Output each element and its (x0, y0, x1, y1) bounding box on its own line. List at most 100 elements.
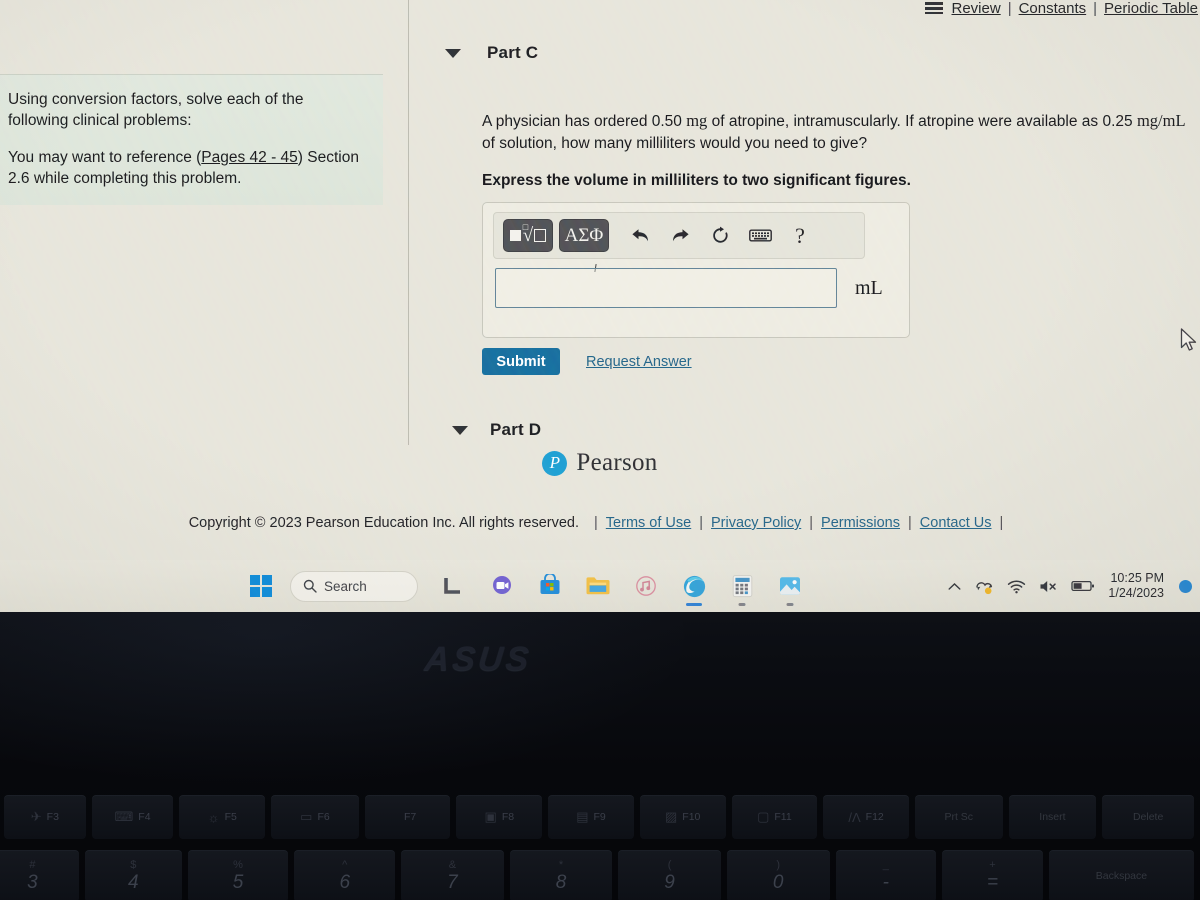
key-7-symbol: & (448, 858, 457, 871)
question-text: A physician has ordered 0.50 mg of atrop… (482, 110, 1194, 155)
chevron-down-icon[interactable] (452, 425, 468, 435)
key-4[interactable]: $ 4 (84, 850, 182, 900)
key-7[interactable]: & 7 (401, 850, 504, 900)
calculator-icon[interactable] (718, 564, 766, 608)
constants-link[interactable]: Constants (1019, 0, 1087, 17)
key-9-digit: 9 (664, 871, 675, 893)
key-f7-label: F7 (403, 811, 417, 823)
part-d-title: Part D (490, 420, 542, 439)
answer-input[interactable] (495, 268, 837, 308)
key-f10[interactable]: ▨ F10 (639, 795, 726, 839)
footer-sep-0: | (594, 515, 598, 531)
key-minus[interactable]: _ - (835, 850, 937, 900)
submit-row: Submit Request Answer (482, 348, 692, 375)
chevron-up-icon[interactable] (948, 582, 961, 591)
pages-reference-link[interactable]: Pages 42 - 45 (201, 149, 298, 166)
key-5[interactable]: % 5 (187, 850, 289, 900)
pearson-logo-icon: P (542, 450, 568, 476)
key-f11[interactable]: ▢ F11 (731, 795, 818, 839)
edge-running-indicator (686, 603, 702, 606)
microsoft-edge-icon[interactable] (670, 564, 718, 608)
question-segment-3: of solution, how many milliliters would … (482, 135, 868, 152)
keyboard-icon[interactable] (743, 219, 777, 253)
file-explorer-icon[interactable] (574, 564, 622, 608)
privacy-policy-link[interactable]: Privacy Policy (711, 515, 801, 531)
submit-button[interactable]: Submit (482, 348, 560, 375)
reference-prefix: You may want to reference ( (8, 149, 202, 166)
key-f8[interactable]: ▣ F8 (456, 795, 543, 839)
key-f9-glyph: ▤ (576, 809, 589, 824)
onedrive-sync-icon[interactable] (974, 578, 994, 595)
laptop-screen: Review | Constants | Periodic Table Usin… (0, 0, 1200, 612)
key-f7[interactable]: F7 (364, 795, 451, 839)
key-equals-digit: = (986, 871, 999, 893)
key-8-digit: 8 (555, 871, 567, 893)
key-f6-label: F6 (317, 811, 330, 823)
chat-teams-icon[interactable] (478, 564, 526, 608)
greek-symbols-button[interactable]: ΑΣΦ (559, 219, 609, 252)
question-prompt: Express the volume in milliliters to two… (482, 172, 911, 189)
microsoft-store-icon[interactable] (526, 564, 574, 608)
request-answer-link[interactable]: Request Answer (586, 354, 692, 370)
key-6-symbol: ^ (342, 858, 348, 871)
notification-badge[interactable] (1179, 579, 1192, 593)
part-c-header[interactable]: Part C (445, 43, 538, 63)
review-link[interactable]: Review (952, 0, 1001, 17)
terms-of-use-link[interactable]: Terms of Use (606, 515, 691, 531)
math-template-button[interactable]: □ √ (503, 219, 553, 252)
hamburger-icon[interactable] (924, 2, 943, 14)
key-4-digit: 4 (128, 871, 139, 893)
key-8-symbol: * (558, 858, 564, 871)
search-input[interactable]: Search (290, 570, 418, 602)
key-f4[interactable]: ⌨ F4 (91, 795, 174, 839)
key-0-symbol: ) (776, 858, 781, 871)
key-3[interactable]: # 3 (0, 850, 79, 900)
question-unit-mg: mg (686, 111, 708, 130)
key-f12[interactable]: /Λ F12 (823, 795, 909, 839)
photos-running-indicator (786, 603, 794, 606)
system-tray: 10:25 PM 1/24/2023 (948, 560, 1192, 612)
undo-icon[interactable] (623, 219, 657, 253)
footer-sep-4: | (999, 515, 1004, 531)
radical-icon: □ √ (522, 222, 534, 246)
key-f4-label: F4 (138, 811, 151, 823)
question-segment-1: A physician has ordered 0.50 (482, 113, 687, 130)
key-6[interactable]: ^ 6 (294, 850, 396, 900)
task-view-icon[interactable] (430, 564, 478, 608)
key-0[interactable]: ) 0 (726, 850, 830, 900)
contact-us-link[interactable]: Contact Us (920, 515, 992, 531)
topbar-separator-1: | (1007, 0, 1012, 17)
key-print-screen[interactable]: Prt Sc (914, 795, 1003, 839)
part-d-header[interactable]: Part D (452, 420, 541, 440)
photos-icon[interactable] (766, 564, 814, 608)
redo-icon[interactable] (663, 219, 697, 253)
key-9[interactable]: ( 9 (618, 850, 721, 900)
key-insert[interactable]: Insert (1008, 795, 1097, 839)
key-equals[interactable]: + = (942, 850, 1043, 900)
key-f5[interactable]: ☼ F5 (179, 795, 266, 839)
volume-muted-icon[interactable] (1039, 579, 1058, 594)
top-utility-bar: Review | Constants | Periodic Table (924, 0, 1200, 19)
key-backspace[interactable]: Backspace (1048, 850, 1195, 900)
periodic-table-link[interactable]: Periodic Table (1104, 0, 1198, 17)
wifi-icon[interactable] (1007, 579, 1026, 594)
help-icon[interactable]: ? (783, 219, 817, 253)
reset-icon[interactable] (703, 219, 737, 253)
answer-unit-label: mL (855, 277, 883, 299)
chevron-down-icon[interactable] (445, 48, 461, 58)
key-5-digit: 5 (232, 871, 244, 893)
taskbar-clock[interactable]: 10:25 PM 1/24/2023 (1108, 571, 1164, 601)
key-f9[interactable]: ▤ F9 (548, 795, 634, 839)
key-f6[interactable]: ▭ F6 (271, 795, 359, 839)
key-f3[interactable]: ✈ F3 (4, 795, 86, 839)
photographed-laptop: Review | Constants | Periodic Table Usin… (0, 0, 1200, 900)
music-icon[interactable] (622, 564, 670, 608)
key-delete[interactable]: Delete (1102, 795, 1194, 839)
key-8[interactable]: * 8 (509, 850, 613, 900)
windows-start-icon[interactable] (238, 564, 284, 608)
key-9-symbol: ( (667, 858, 672, 871)
battery-icon[interactable] (1071, 579, 1095, 593)
permissions-link[interactable]: Permissions (821, 515, 900, 531)
function-key-row: ✈ F3 ⌨ F4 ☼ F5 ▭ F6 F7 ▣ F8 ▤ F9 ▨ F10 ▢… (0, 795, 1200, 839)
math-toolbar: □ √ ΑΣΦ ? (493, 212, 865, 259)
